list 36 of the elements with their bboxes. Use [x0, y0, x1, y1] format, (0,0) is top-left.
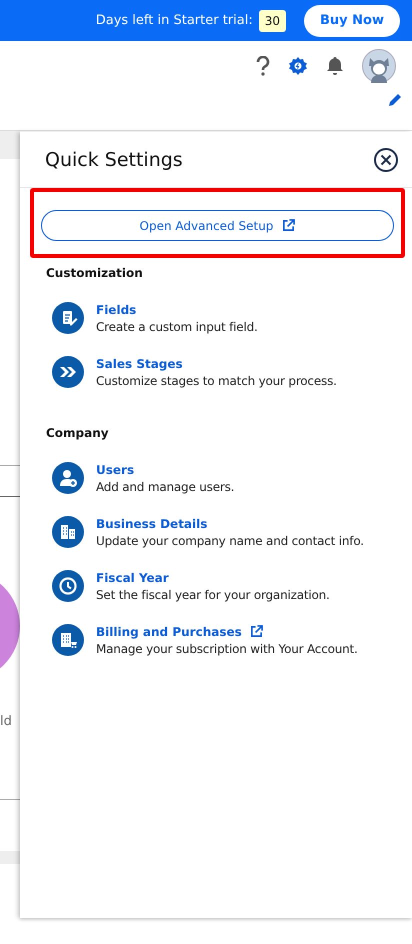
user-add-icon [52, 462, 84, 494]
edit-pencil-icon[interactable] [388, 93, 402, 107]
avatar-icon[interactable] [362, 49, 396, 83]
clock-icon [52, 570, 84, 602]
header-band [0, 131, 20, 159]
section-heading: Company [46, 426, 110, 440]
panel-title: Quick Settings [45, 148, 183, 170]
section-heading: Customization [46, 266, 144, 280]
setting-description: Customize stages to match your process. [96, 374, 337, 388]
double-chevron-icon [52, 356, 84, 388]
setting-link[interactable]: Fiscal Year [96, 570, 169, 584]
close-icon[interactable] [374, 148, 398, 172]
setting-description: Set the fiscal year for your organization. [96, 588, 330, 602]
open-advanced-setup-button[interactable]: Open Advanced Setup [41, 210, 394, 241]
setting-link[interactable]: Billing and Purchases [96, 624, 242, 638]
setting-description: Manage your subscription with Your Account. [96, 642, 358, 656]
setting-link[interactable]: Business Details [96, 516, 208, 530]
building-icon [52, 516, 84, 548]
settings-icon[interactable] [288, 56, 308, 76]
setting-link[interactable]: Users [96, 462, 134, 476]
partial-text: ld [0, 714, 12, 729]
document-pencil-icon [52, 302, 84, 334]
help-icon[interactable] [256, 56, 270, 76]
external-link-icon [282, 219, 296, 232]
setting-description: Add and manage users. [96, 480, 234, 494]
buy-now-button[interactable]: Buy Now [304, 4, 400, 36]
setting-description: Update your company name and contact info. [96, 534, 364, 548]
setting-link[interactable]: Sales Stages [96, 356, 183, 370]
trial-label: Days left in Starter trial: [96, 13, 253, 28]
building-cart-icon [52, 624, 84, 656]
days-left-count: 30 [258, 10, 286, 32]
setting-link[interactable]: Fields [96, 302, 136, 316]
bell-icon[interactable] [326, 56, 344, 76]
external-link-icon [250, 625, 263, 638]
footer-band [0, 851, 20, 864]
setting-description: Create a custom input field. [96, 320, 258, 334]
